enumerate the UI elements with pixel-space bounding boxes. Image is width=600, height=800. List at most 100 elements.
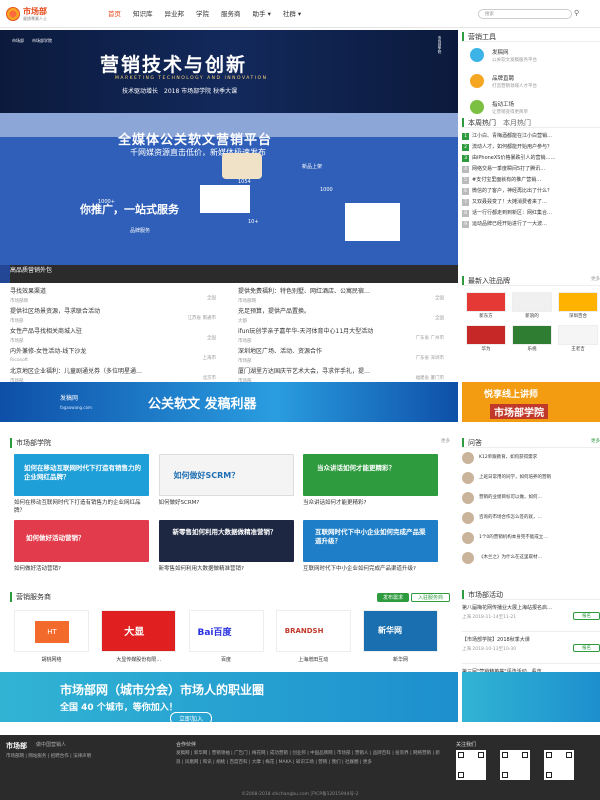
provider-card[interactable]: Bai百度 百度	[188, 610, 264, 663]
qa-question[interactable]: 咨询的市场合作怎么签的就，…	[479, 515, 542, 521]
qa-item[interactable]: 营销的业绩目标可以做，如何…	[462, 488, 600, 508]
item-title[interactable]: 深圳地区广场、活动、资源合作	[238, 346, 450, 355]
lecturer-promo[interactable]: 悦享线上讲师 市场部学院	[462, 382, 600, 422]
hot-title[interactable]: 微信的了客户，神经再比出了什么？	[472, 188, 552, 194]
provider-name[interactable]: 百度	[189, 656, 264, 663]
item-title[interactable]: 提供免费福利：特色别墅、网红酒店、公寓民宿…	[238, 286, 450, 295]
register-button[interactable]: 报名	[573, 644, 600, 652]
course-card[interactable]: 当众讲话如何才能更精彩？ 当众讲话如何才能更精彩?	[303, 454, 438, 515]
more-link[interactable]: 更多	[591, 438, 600, 447]
nav-alliance[interactable]: 异业邦	[165, 8, 185, 18]
course-card[interactable]: 如何在移动互联网时代下打造有销售力的企业网红品牌？ 如何在移动互联网时代下打造有…	[14, 454, 149, 515]
join-provider-button[interactable]: 入驻服务商	[410, 592, 450, 602]
tab-monthly-hot[interactable]: 本月热门	[503, 119, 531, 127]
course-card[interactable]: 互联网时代下中小企业如何完成产品渠道升级？ 互联网时代下中小企业如何完成产品渠道…	[303, 520, 438, 581]
event-title[interactable]: 【市场部学院】2018秋季大课	[462, 636, 600, 643]
item-title[interactable]: 女性产品寻找相关商城入驻	[10, 326, 222, 335]
event-title[interactable]: 第八届梅花网传播业大展上海站报名启…	[462, 604, 600, 611]
search-input[interactable]: 搜索	[478, 9, 572, 19]
tool-name[interactable]: 发稿网	[492, 48, 537, 56]
partner-card[interactable]: 新浪的	[512, 292, 552, 319]
partner-links[interactable]: 发稿网 | 新华网 | 营销领袖 | 广告门 | 梅花网 | 成功营销 | 创业…	[176, 749, 440, 767]
item-title[interactable]: 提供社区场景资源，寻求联合活动	[10, 306, 222, 315]
list-item[interactable]: ifun玩创学亲子嘉年华-天河体育中心11月大型活动 市场部 广东省 广州市	[238, 326, 450, 346]
item-title[interactable]: 内外兼修-女性活动-线下沙龙	[10, 346, 222, 355]
hero-banner[interactable]: 市场部 市场部学院 营销技术与创新 MARKETING TECHNOLOGY A…	[0, 30, 458, 113]
list-item[interactable]: 女性产品寻找相关商城入驻 市场部 全国	[10, 326, 222, 346]
post-demand-button[interactable]: 发布需求	[377, 592, 410, 602]
list-item[interactable]: 内外兼修-女性活动-线下沙龙 Ricosoft 上海市	[10, 346, 222, 366]
item-title[interactable]: 北京地区企业福利：儿童剧通兑券（多位明星通…	[10, 366, 222, 375]
provider-card[interactable]: HT 胡桃网络	[14, 610, 89, 663]
event-item[interactable]: 【市场部学院】2018秋季大课 上海 2018-10-13至10-30 报名	[462, 632, 600, 664]
hot-title[interactable]: 流动人才，如何都能开始用户参与？	[472, 144, 552, 150]
hot-item[interactable]: 2 流动人才，如何都能开始用户参与？	[462, 142, 600, 153]
tab-weekly-hot[interactable]: 本周热门	[468, 119, 496, 127]
hot-item[interactable]: 1 江小白、青梅酒都能在江小白营销…	[462, 131, 600, 142]
hot-item[interactable]: 8 话一行行都走到到新区：网红集合…	[462, 208, 600, 219]
qa-item[interactable]: 《木兰之》为什么在这里取材…	[462, 548, 600, 568]
qa-question[interactable]: 《木兰之》为什么在这里取材…	[479, 555, 542, 561]
partner-card[interactable]: 深圳百合	[558, 292, 598, 319]
footer-links[interactable]: 市场部网 | 网站服务 | 招聘合作 | 法律声明	[6, 753, 91, 759]
provider-name[interactable]: 大显传媒股份有限…	[101, 656, 176, 663]
hot-title[interactable]: 又双叒叕变了！大摊消费者来了…	[472, 199, 547, 205]
nav-community[interactable]: 社群 ▾	[283, 8, 301, 18]
qa-question[interactable]: 上班日常用的同学，如何培养的营销	[479, 475, 551, 481]
course-title[interactable]: 如何做好活动营销?	[14, 565, 149, 581]
more-link[interactable]: 更多	[591, 276, 600, 285]
hot-item[interactable]: 7 又双叒叕变了！大摊消费者来了…	[462, 197, 600, 208]
list-item[interactable]: 充足预算，提供产品置换。 大都 全国	[238, 306, 450, 326]
event-item[interactable]: 第八届梅花网传播业大展上海站报名启… 上海 2018-11-14至11-21 报名	[462, 600, 600, 632]
register-button[interactable]: 报名	[573, 612, 600, 620]
item-title[interactable]: 厦门湖里方达国庆节艺术大会，寻求伴手礼，提…	[238, 366, 450, 375]
qa-item[interactable]: 上班日常用的同学，如何培养的营销	[462, 468, 600, 488]
tool-item[interactable]: 品牌直聘 打造营销领域人才平台	[462, 68, 600, 94]
tool-item[interactable]: 发稿网 公关软文发稿服务平台	[462, 42, 600, 68]
qa-item[interactable]: K12单跟教育，如何获得需求	[462, 448, 600, 468]
hot-title[interactable]: 网络交易一季度瞬间5打了腾讯…	[472, 166, 545, 172]
list-item[interactable]: 深圳地区广场、活动、资源合作 市场部 广东省 深圳市	[238, 346, 450, 366]
provider-card[interactable]: BRANDSH 上海增田互动	[275, 610, 351, 663]
partner-card[interactable]: 华为	[466, 325, 506, 352]
course-title[interactable]: 新零售如何利用大数据做精准营销?	[159, 565, 294, 581]
provider-card[interactable]: 新华网 新华网	[363, 610, 438, 663]
hot-title[interactable]: 运动品牌已经开始进行了一大波…	[472, 221, 547, 227]
hot-item[interactable]: 4 网络交易一季度瞬间5打了腾讯…	[462, 164, 600, 175]
provider-name[interactable]: 上海增田互动	[276, 656, 351, 663]
course-title[interactable]: 如何在移动互联网时代下打造有销售力的企业网红品牌？	[14, 499, 149, 515]
list-item[interactable]: 提供社区场景资源，寻求联合活动 市场部 江苏省 南通市	[10, 306, 222, 326]
tool-name[interactable]: 指动工场	[492, 100, 528, 108]
item-title[interactable]: 充足预算，提供产品置换。	[238, 306, 450, 315]
search-icon[interactable]: ⚲	[574, 9, 579, 17]
nav-assistant[interactable]: 助手 ▾	[253, 8, 271, 18]
course-title[interactable]: 互联网时代下中小企业如何完成产品渠道升级?	[303, 565, 438, 581]
city-chapter-banner[interactable]: 市场部网（城市分会）市场人的职业圈 全国 40 个城市，等你加入！ 立即加入	[0, 672, 458, 725]
hot-item[interactable]: 5 #支付宝里面就有的推广营销…	[462, 175, 600, 186]
more-link[interactable]: 更多	[441, 438, 450, 448]
nav-services[interactable]: 服务商	[221, 8, 241, 18]
qa-item[interactable]: 1个0的营销机构本身完不能成立…	[462, 528, 600, 548]
hot-title[interactable]: 由iPhoneXS价格暴跌引人的营销……	[472, 155, 555, 161]
list-item[interactable]: 寻找效果渠道 市场部网 全国	[10, 286, 222, 306]
partner-card[interactable]: 乐视	[512, 325, 552, 352]
site-logo[interactable]: 市场部 營銷專業人士	[6, 5, 68, 25]
join-now-button[interactable]: 立即加入	[170, 712, 213, 725]
course-card[interactable]: 如何做好活动营销？ 如何做好活动营销?	[14, 520, 149, 581]
provider-card[interactable]: 大显 大显传媒股份有限…	[101, 610, 177, 663]
tool-name[interactable]: 品牌直聘	[492, 74, 537, 82]
hot-item[interactable]: 9 运动品牌已经开始进行了一大波…	[462, 219, 600, 230]
hot-item[interactable]: 3 由iPhoneXS价格暴跌引人的营销……	[462, 153, 600, 164]
side-banner[interactable]	[462, 672, 600, 722]
item-title[interactable]: 寻找效果渠道	[10, 286, 222, 295]
nav-home[interactable]: 首页	[108, 8, 121, 18]
qa-question[interactable]: K12单跟教育，如何获得需求	[479, 455, 537, 461]
hot-title[interactable]: #支付宝里面就有的推广营销…	[472, 177, 541, 183]
provider-name[interactable]: 新华网	[363, 656, 438, 663]
partner-card[interactable]: 新东方	[466, 292, 506, 319]
partner-card[interactable]: 王老吉	[558, 325, 598, 352]
hot-title[interactable]: 江小白、青梅酒都能在江小白营销…	[472, 133, 552, 139]
qa-item[interactable]: 咨询的市场合作怎么签的就，…	[462, 508, 600, 528]
qa-question[interactable]: 1个0的营销机构本身完不能成立…	[479, 535, 548, 541]
fagao-banner[interactable]: 发稿网 fagaowang.com 公关软文 发稿利器	[0, 382, 458, 422]
